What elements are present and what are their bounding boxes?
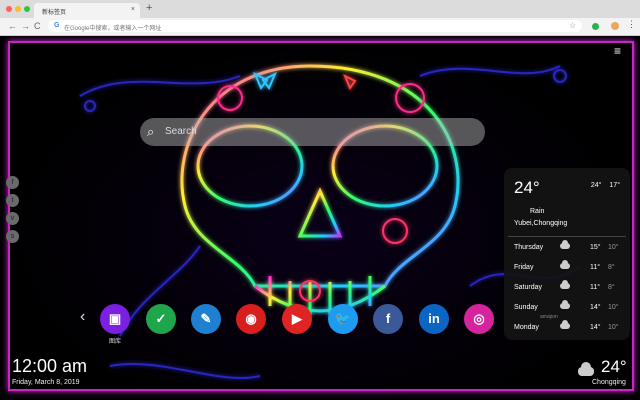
cloud-icon — [560, 320, 570, 330]
menu-icon[interactable]: ≡ — [614, 44, 621, 58]
forecast-day: Friday — [514, 264, 534, 271]
forecast-day: Monday — [514, 324, 539, 331]
app-tasks-icon[interactable]: ✓ — [146, 304, 176, 334]
bookmark-star-icon[interactable]: ☆ — [569, 21, 576, 30]
app-linkedin-icon[interactable]: in — [419, 304, 449, 334]
forecast-row: Saturday 11° 8° — [514, 280, 622, 296]
forecast-day: Saturday — [514, 284, 543, 291]
weather-high-low: 24° 17° — [583, 182, 620, 189]
search-input[interactable]: Search — [165, 126, 197, 137]
minimize-window-icon[interactable] — [15, 6, 21, 12]
google-icon: G — [54, 22, 60, 29]
clock-date: Friday, March 8, 2019 — [12, 379, 80, 386]
app-gallery-icon[interactable]: ▣ — [100, 304, 130, 334]
forecast-low: 8° — [608, 264, 615, 271]
reload-icon[interactable]: C — [34, 21, 41, 31]
vk-share-icon[interactable]: v — [6, 212, 19, 225]
forecast-day: Thursday — [514, 244, 544, 251]
twitter-share-icon[interactable]: t — [6, 194, 19, 207]
forecast-row: Friday 11° 8° — [514, 260, 622, 276]
forecast-row: Thursday 15° 10° — [514, 240, 622, 256]
share-icon[interactable]: s — [6, 230, 19, 243]
address-bar-placeholder: 在Google中搜索，或者输入一个网址 — [64, 26, 162, 32]
weather-condition: Rain — [530, 208, 545, 215]
weather-divider — [508, 236, 626, 237]
search-bar[interactable]: ⌕ Search — [140, 118, 485, 146]
cloud-icon — [560, 240, 570, 250]
weather-low: 17° — [609, 182, 620, 189]
app-facebook-icon[interactable]: f — [373, 304, 403, 334]
bottom-weather-city: Chongqing — [592, 379, 626, 386]
cloud-icon — [560, 300, 570, 310]
app-instagram-icon[interactable]: ◎ — [464, 304, 494, 334]
app-gamepad-icon[interactable]: ◉ — [236, 304, 266, 334]
forecast-high: 11° — [590, 284, 601, 291]
app-youtube-icon[interactable]: ▶ — [282, 304, 312, 334]
cloud-icon — [560, 260, 570, 270]
weather-high: 24° — [590, 182, 602, 189]
forecast-high: 11° — [590, 264, 601, 271]
forecast-high: 14° — [590, 324, 601, 331]
weather-current-temp: 24° — [514, 178, 540, 197]
weather-provider: amazon — [540, 314, 558, 320]
forecast-row: Sunday 14° 10° — [514, 300, 622, 316]
profile-avatar[interactable] — [611, 22, 619, 30]
clock-time: 12:00 am — [12, 356, 88, 376]
forecast-row: Monday 14° 10° — [514, 320, 622, 336]
app-gallery-label: 图库 — [108, 339, 121, 345]
forecast-low: 8° — [608, 284, 615, 291]
browser-tab[interactable]: 新标签页 × — [34, 3, 140, 18]
search-icon: ⌕ — [147, 124, 155, 139]
weather-card[interactable]: 24° 24° 17° Rain Yubei,Chongqing Thursday… — [504, 168, 630, 340]
browser-toolbar: ← → C G 在Google中搜索，或者输入一个网址 ☆ — [0, 18, 640, 36]
facebook-share-icon[interactable]: f — [6, 176, 19, 189]
maximize-window-icon[interactable] — [24, 6, 30, 12]
close-window-icon[interactable] — [6, 6, 12, 12]
tab-title: 新标签页 — [42, 10, 67, 16]
new-tab-page: ≡ ⌕ Search f t v s ‹ › ▣ ✓ ✎ ◉ ▶ 🐦 f in … — [0, 36, 640, 400]
forecast-day: Sunday — [514, 304, 538, 311]
app-twitter-icon[interactable]: 🐦 — [328, 304, 358, 334]
cloud-icon — [560, 280, 570, 290]
browser-menu-icon[interactable]: ⋮ — [627, 19, 636, 30]
extension-icon[interactable] — [592, 23, 599, 30]
forecast-low: 10° — [608, 324, 619, 331]
forecast-high: 14° — [590, 304, 601, 311]
bottom-weather-temp[interactable]: 24° — [601, 357, 627, 377]
new-tab-button[interactable]: + — [146, 2, 152, 14]
tab-bar: 新标签页 × + — [0, 0, 640, 18]
address-bar[interactable]: G 在Google中搜索，或者输入一个网址 ☆ — [48, 20, 582, 32]
app-notes-icon[interactable]: ✎ — [191, 304, 221, 334]
back-icon[interactable]: ← — [8, 21, 17, 31]
weather-location: Yubei,Chongqing — [514, 220, 568, 227]
apps-prev-arrow-icon[interactable]: ‹ — [80, 308, 85, 326]
tab-close-icon[interactable]: × — [131, 6, 135, 13]
forecast-low: 10° — [608, 244, 619, 251]
forecast-high: 15° — [590, 244, 601, 251]
forecast-low: 10° — [608, 304, 619, 311]
forward-icon[interactable]: → — [21, 21, 30, 31]
